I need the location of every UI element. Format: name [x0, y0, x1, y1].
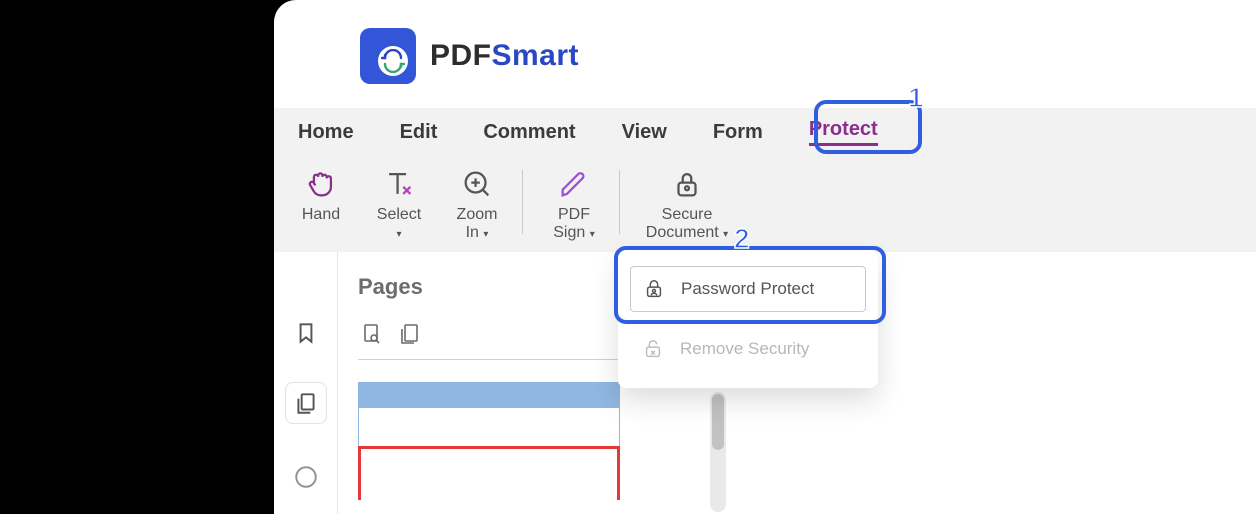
scrollbar-thumb[interactable]: [712, 394, 724, 450]
tab-home[interactable]: Home: [298, 121, 354, 144]
tool-secure-document[interactable]: SecureDocument ▾: [632, 164, 742, 243]
tab-edit[interactable]: Edit: [400, 121, 438, 144]
menu-remove-security[interactable]: Remove Security: [630, 326, 866, 372]
comments-rail-button[interactable]: [285, 456, 327, 498]
ribbon-separator: [522, 170, 523, 234]
tool-zoom-in[interactable]: ZoomIn ▾: [438, 164, 516, 243]
pages-rail-button[interactable]: [285, 382, 327, 424]
tool-zoom-label: ZoomIn ▾: [457, 206, 498, 243]
bookmark-icon: [293, 320, 319, 346]
ribbon-separator: [619, 170, 620, 234]
menu-remove-security-label: Remove Security: [680, 339, 809, 359]
comment-icon: [293, 464, 319, 490]
hand-icon: [301, 164, 341, 204]
zoom-in-icon: [457, 164, 497, 204]
brand-bar: PDFSmart: [274, 0, 1256, 108]
tool-hand-label: Hand: [302, 206, 340, 224]
lock-person-icon: [643, 278, 665, 300]
app-window: PDFSmart Home Edit Comment View Form Pro…: [274, 0, 1256, 514]
pencil-icon: [554, 164, 594, 204]
page-action-1[interactable]: [360, 322, 384, 351]
page-stack-icon: [398, 322, 422, 346]
thumbnail-header: [358, 382, 620, 408]
thumbnail-selection: [358, 446, 620, 500]
tab-form[interactable]: Form: [713, 121, 763, 144]
tool-secure-doc-label: SecureDocument ▾: [646, 206, 728, 243]
tab-protect[interactable]: Protect: [809, 118, 878, 146]
thumbnail-body: [358, 408, 620, 446]
bookmark-rail-button[interactable]: [285, 312, 327, 354]
brand-logo-icon: [360, 28, 416, 84]
side-rail: [274, 252, 338, 514]
tool-select-label: Select▾: [377, 206, 421, 243]
tab-bar: Home Edit Comment View Form Protect: [274, 108, 1256, 156]
secure-document-dropdown: Password Protect Remove Security: [618, 250, 878, 388]
brand-accent: Smart: [492, 39, 580, 72]
select-text-icon: [379, 164, 419, 204]
tool-pdf-sign[interactable]: PDFSign ▾: [535, 164, 613, 243]
lock-icon: [667, 164, 707, 204]
tab-comment[interactable]: Comment: [483, 121, 575, 144]
menu-password-protect[interactable]: Password Protect: [630, 266, 866, 312]
page-thumbnail[interactable]: [358, 382, 620, 500]
lock-remove-icon: [642, 338, 664, 360]
menu-password-protect-label: Password Protect: [681, 279, 814, 299]
document-scrollbar[interactable]: [710, 392, 726, 512]
tool-pdf-sign-label: PDFSign ▾: [553, 206, 595, 243]
ribbon-toolbar: Hand Select▾ ZoomIn ▾ PDFSign ▾ Se: [274, 156, 1256, 252]
tool-hand[interactable]: Hand: [282, 164, 360, 224]
tool-select[interactable]: Select▾: [360, 164, 438, 243]
page-action-2[interactable]: [398, 322, 422, 351]
tab-view[interactable]: View: [622, 121, 667, 144]
pages-icon: [293, 390, 319, 416]
brand-title: PDFSmart: [430, 39, 579, 73]
page-search-icon: [360, 322, 384, 346]
brand-bold: PDF: [430, 39, 492, 72]
